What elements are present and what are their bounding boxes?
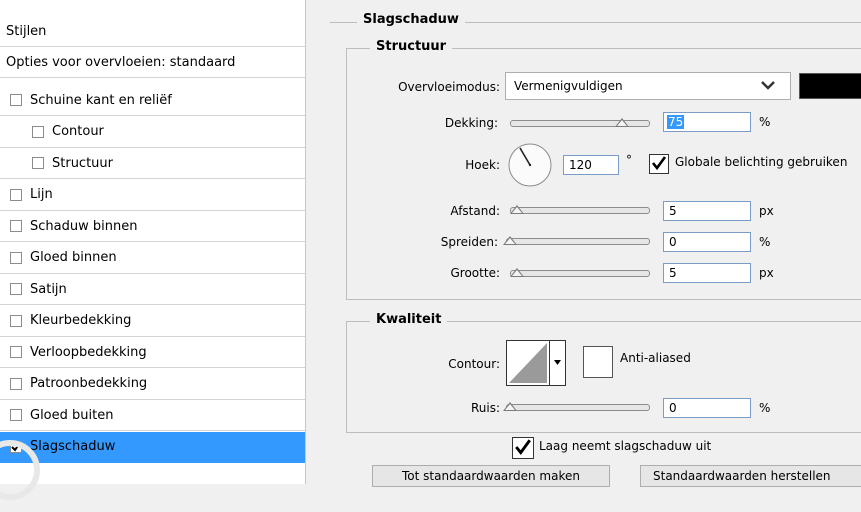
anti-aliased-label: Anti-aliased [620,351,691,365]
blend-mode-select[interactable]: Vermenigvuldigen [505,72,791,100]
anti-aliased-checkbox[interactable] [583,346,613,378]
styles-list: Stijlen Opties voor overvloeien: standaa… [0,0,305,484]
distance-value: 5 [669,204,677,218]
opacity-slider[interactable] [510,118,650,127]
global-light-label: Globale belichting gebruiken [675,155,848,169]
panel-divider [305,0,306,484]
spread-slider-track [506,238,650,245]
distance-slider-track [510,207,650,214]
spread-slider-thumb[interactable] [503,236,517,245]
style-item[interactable]: Structuur [0,148,305,179]
style-item-checkbox[interactable] [10,94,22,106]
style-item[interactable]: Gloed binnen [0,243,305,274]
opacity-field[interactable]: 75 [663,112,751,132]
checkmark-icon [651,155,667,174]
blend-options-item[interactable]: Opties voor overvloeien: standaard [0,47,305,78]
spread-slider[interactable] [503,236,650,245]
blend-options-label: Opties voor overvloeien: standaard [6,54,236,70]
checkmark-icon [514,438,532,459]
style-item[interactable]: Lijn [0,180,305,211]
distance-slider[interactable] [510,205,650,214]
noise-field[interactable]: 0 [663,398,751,418]
style-item-checkbox[interactable] [32,125,44,138]
style-item-label: Gloed binnen [30,250,117,265]
noise-value: 0 [669,401,677,415]
opacity-label: Dekking: [444,116,498,130]
size-field[interactable]: 5 [663,263,751,283]
noise-slider[interactable] [503,402,650,411]
distance-slider-thumb[interactable] [510,205,524,214]
style-item-checkbox[interactable] [10,377,22,390]
opacity-value: 75 [667,115,685,129]
distance-unit: px [759,204,774,218]
styles-header[interactable]: Stijlen [0,16,305,47]
style-item-checkbox[interactable] [10,283,22,295]
style-item-label: Structuur [52,155,114,171]
angle-value: 120 [569,158,592,172]
contour-label: Contour: [448,357,500,371]
style-item-checkbox[interactable] [10,314,22,327]
style-item-label: Contour [52,124,104,139]
noise-unit: % [759,401,771,415]
style-item[interactable]: Satijn [0,274,305,305]
size-slider-thumb[interactable] [510,268,524,277]
style-item-label: Kleurbedekking [30,313,132,328]
style-item[interactable]: Patroonbedekking [0,369,305,400]
knockout-label: Laag neemt slagschaduw uit [539,439,712,453]
quality-title: Kwaliteit [370,312,448,327]
style-item-label: Lijn [30,187,53,202]
style-item-label: Satijn [30,281,67,297]
style-item-checkbox[interactable] [10,251,22,264]
styles-header-label: Stijlen [6,23,47,39]
opacity-slider-thumb[interactable] [615,118,629,127]
style-item-checkbox[interactable] [10,188,22,201]
opacity-unit: % [759,115,771,129]
style-item-label: Schaduw binnen [30,218,138,234]
size-unit: px [759,266,774,280]
blend-mode-value: Vermenigvuldigen [514,79,623,93]
style-item-checkbox[interactable] [10,346,22,358]
spread-value: 0 [669,235,677,249]
size-value: 5 [669,266,677,280]
shadow-color-swatch[interactable] [799,73,861,99]
spread-field[interactable]: 0 [663,232,751,252]
style-item-label: Patroonbedekking [30,376,148,391]
blend-mode-label: Overvloeimodus: [398,80,500,94]
style-item-label: Gloed buiten [30,407,114,423]
noise-slider-track [506,404,650,411]
spread-label: Spreiden: [440,235,498,249]
noise-label: Ruis: [470,401,500,415]
style-item-checkbox[interactable] [10,220,22,232]
size-slider[interactable] [510,268,650,277]
drop-shadow-title: Slagschaduw [357,12,465,27]
style-item[interactable]: Contour [0,117,305,148]
style-item-label: Verloopbedekking [30,344,147,360]
size-slider-track [510,270,650,277]
noise-slider-thumb[interactable] [503,402,517,411]
style-item-label: Schuine kant en reliëf [30,92,172,108]
style-item-checkbox[interactable] [10,409,22,421]
distance-label: Afstand: [450,204,500,218]
size-label: Grootte: [450,266,501,280]
style-item-label: Slagschaduw [30,439,116,454]
angle-unit: ° [626,153,632,167]
spread-unit: % [759,235,771,249]
style-item[interactable]: Schaduw binnen [0,211,305,242]
distance-field[interactable]: 5 [663,201,751,221]
style-item-checkbox[interactable] [32,157,44,169]
chevron-down-icon [760,78,776,95]
style-item[interactable]: Schuine kant en reliëf [0,85,305,116]
style-item[interactable]: Gloed buiten [0,400,305,431]
opacity-slider-track [510,120,650,127]
structure-title: Structuur [370,39,453,54]
contour-picker[interactable] [506,340,566,386]
global-light-checkbox[interactable] [649,154,669,174]
knockout-checkbox[interactable] [512,437,534,459]
angle-field[interactable]: 120 [563,155,619,175]
style-item[interactable]: Slagschaduw [0,431,305,463]
angle-dial[interactable] [507,142,553,188]
style-item[interactable]: Kleurbedekking [0,306,305,337]
angle-label: Hoek: [465,158,500,172]
style-item[interactable]: Verloopbedekking [0,337,305,368]
